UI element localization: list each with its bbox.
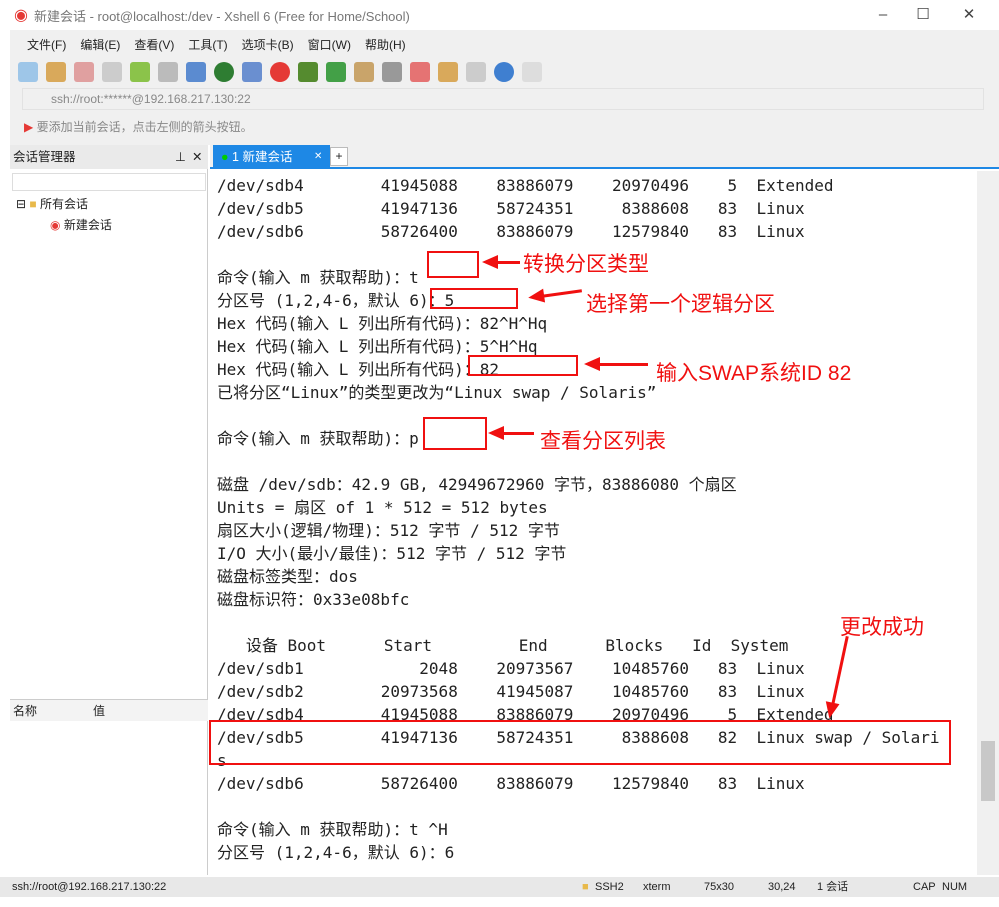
- annotation-label: 查看分区列表: [540, 430, 666, 453]
- session-manager: ⊟ ■ 所有会话 ◉ 新建会话 名称 值: [10, 145, 208, 875]
- new-session-icon[interactable]: [18, 62, 38, 82]
- terminal-line: Hex 代码(输入 L 列出所有代码)：82^H^Hq: [217, 314, 548, 333]
- chat-icon[interactable]: [522, 62, 542, 82]
- xftp-icon[interactable]: [298, 62, 318, 82]
- status-cursor: 30,24: [768, 881, 796, 893]
- font-icon[interactable]: [242, 62, 262, 82]
- close-button[interactable]: ✕: [946, 0, 992, 30]
- terminal-line: 命令(输入 m 获取帮助)：p: [217, 429, 419, 448]
- menu-tabs[interactable]: 选项卡(B): [242, 36, 294, 53]
- session-manager-header: 会话管理器 ⊥ ✕: [10, 145, 208, 169]
- add-tab-button[interactable]: +: [330, 147, 348, 166]
- terminal-scrollbar[interactable]: [977, 171, 999, 875]
- arrow-icon: [482, 255, 520, 269]
- menu-view[interactable]: 查看(V): [134, 36, 174, 53]
- terminal-line: 分区号 (1,2,4-6，默认 6)：5: [217, 291, 455, 310]
- bookmark-icon[interactable]: ▶: [24, 120, 33, 134]
- terminal-line: /dev/sdb4 41945088 83886079 20970496 5 E…: [217, 176, 834, 195]
- terminal-line: Units = 扇区 of 1 * 512 = 512 bytes: [217, 498, 548, 517]
- session-hint: ▶ 要添加当前会话，点击左侧的箭头按钮。: [24, 118, 253, 135]
- arrow-icon: [584, 357, 648, 371]
- status-connection: ssh://root@192.168.217.130:22: [12, 881, 167, 893]
- hint-text: 要添加当前会话，点击左侧的箭头按钮。: [36, 120, 253, 134]
- terminal-line: 命令(输入 m 获取帮助)：t ^H: [217, 820, 448, 839]
- status-caps: CAP: [913, 881, 936, 893]
- column-value: 值: [93, 704, 106, 718]
- window-title: 新建会话 - root@localhost:/dev - Xshell 6 (F…: [33, 8, 410, 24]
- terminal-line: 命令(输入 m 获取帮助)：t: [217, 268, 419, 287]
- menu-file[interactable]: 文件(F): [27, 36, 66, 53]
- keyboard-icon[interactable]: [382, 62, 402, 82]
- xshell-logo-icon: ◉: [14, 7, 28, 24]
- terminal-line: /dev/sdb6 58726400 83886079 12579840 83 …: [217, 222, 805, 241]
- menu-edit[interactable]: 编辑(E): [80, 36, 120, 53]
- terminal-line: 磁盘 /dev/sdb：42.9 GB, 42949672960 字节，8388…: [217, 475, 737, 494]
- terminal-line: /dev/sdb6 58726400 83886079 12579840 83 …: [217, 774, 805, 793]
- terminal-line: /dev/sdb1 2048 20973567 10485760 83 Linu…: [217, 659, 805, 678]
- disconnect-icon[interactable]: [102, 62, 122, 82]
- annotation-label: 转换分区类型: [523, 253, 649, 276]
- address-text: ssh://root:******@192.168.217.130:22: [51, 92, 251, 106]
- menu-help[interactable]: 帮助(H): [365, 36, 406, 53]
- add-folder-icon[interactable]: [438, 62, 458, 82]
- status-term: xterm: [643, 881, 671, 893]
- terminal-line: 扇区大小(逻辑/物理)：512 字节 / 512 字节: [217, 521, 560, 540]
- annotation-label: 选择第一个逻辑分区: [586, 293, 775, 316]
- status-size: 75x30: [704, 881, 734, 893]
- terminal-line: I/O 大小(最小/最佳)：512 字节 / 512 字节: [217, 544, 567, 563]
- close-panel-icon[interactable]: ✕: [192, 145, 202, 169]
- column-name: 名称: [13, 704, 38, 718]
- menu-tools[interactable]: 工具(T): [188, 36, 227, 53]
- toolbar: [18, 58, 542, 86]
- properties-icon[interactable]: [130, 62, 150, 82]
- terminal-line: /dev/sdb2 20973568 41945087 10485760 83 …: [217, 682, 805, 701]
- terminal-line: 设备 Boot Start End Blocks Id System: [217, 636, 789, 655]
- open-folder-icon[interactable]: [46, 62, 66, 82]
- menu-window[interactable]: 窗口(W): [308, 36, 351, 53]
- terminal-line: 磁盘标签类型：dos: [217, 567, 358, 586]
- annotation-box: [427, 251, 479, 278]
- xshell-icon[interactable]: [270, 62, 290, 82]
- terminal-line: 磁盘标识符：0x33e08bfc: [217, 590, 410, 609]
- property-header: 名称 值: [10, 699, 208, 721]
- status-sessions: 1 会话: [817, 881, 849, 893]
- address-bar[interactable]: ssh://root:******@192.168.217.130:22: [22, 88, 984, 110]
- tab-new-session[interactable]: ● 1 新建会话 ✕: [213, 145, 330, 169]
- tree-all-sessions[interactable]: ⊟ ■ 所有会话: [16, 195, 88, 212]
- terminal-line: 已将分区“Linux”的类型更改为“Linux swap / Solaris”: [217, 383, 657, 402]
- annotation-box: [468, 355, 578, 376]
- annotation-box: [209, 720, 951, 765]
- terminal-line: /dev/sdb5 41947136 58724351 8388608 83 L…: [217, 199, 805, 218]
- close-tab-icon[interactable]: ✕: [314, 145, 322, 169]
- terminal-line: 分区号 (1,2,4-6，默认 6)：6: [217, 843, 455, 862]
- annotation-box: [430, 288, 518, 309]
- annotation-label: 更改成功: [840, 616, 924, 639]
- maximize-button[interactable]: ☐: [900, 0, 946, 30]
- highlight-icon[interactable]: [410, 62, 430, 82]
- connect-icon[interactable]: [74, 62, 94, 82]
- connected-icon: ●: [221, 150, 229, 164]
- session-search-input[interactable]: [12, 173, 206, 191]
- status-bar: ssh://root@192.168.217.130:22 ■ SSH2 xte…: [0, 877, 999, 897]
- arrow-icon: [488, 426, 534, 440]
- status-protocol: SSH2: [595, 881, 624, 893]
- fullscreen-icon[interactable]: [326, 62, 346, 82]
- lock-icon: ■: [582, 881, 589, 893]
- pin-icon[interactable]: ⊥: [175, 145, 186, 169]
- transfer-icon[interactable]: [186, 62, 206, 82]
- terminal-line: Hex 代码(输入 L 列出所有代码)：82: [217, 360, 499, 379]
- menu-bar: 文件(F) 编辑(E) 查看(V) 工具(T) 选项卡(B) 窗口(W) 帮助(…: [10, 33, 406, 55]
- search-icon[interactable]: [158, 62, 178, 82]
- lock-icon[interactable]: [354, 62, 374, 82]
- globe-icon[interactable]: [214, 62, 234, 82]
- annotation-label: 输入SWAP系统ID 82: [656, 362, 852, 385]
- help-icon[interactable]: [494, 62, 514, 82]
- title-bar: ◉ 新建会话 - root@localhost:/dev - Xshell 6 …: [0, 0, 999, 30]
- status-num: NUM: [942, 881, 968, 893]
- annotation-box: [423, 417, 487, 450]
- layout-icon[interactable]: [466, 62, 486, 82]
- tree-new-session[interactable]: ◉ 新建会话: [50, 216, 112, 233]
